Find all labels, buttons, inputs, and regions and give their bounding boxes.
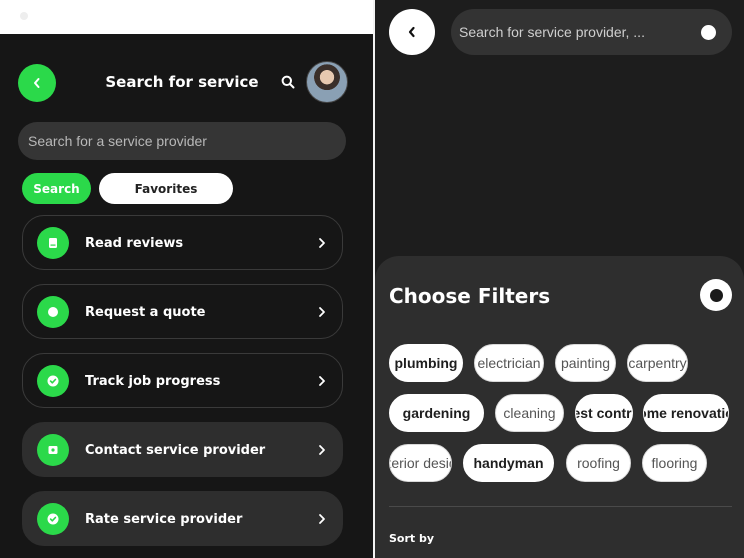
filter-chip-plumbing[interactable]: plumbing xyxy=(389,344,463,382)
radio-dot-icon xyxy=(709,288,723,302)
menu-item-read-reviews[interactable]: Read reviews xyxy=(22,215,343,270)
filter-chip-electrician[interactable]: electrician xyxy=(474,344,544,382)
chevron-right-icon xyxy=(319,514,325,524)
chip-label: cleaning xyxy=(503,405,556,421)
menu-item-label: Request a quote xyxy=(85,305,206,320)
check-circle-icon xyxy=(37,365,69,397)
check-circle-icon xyxy=(37,503,69,535)
chip-label: flooring xyxy=(651,455,698,471)
filter-chip-handyman[interactable]: handyman xyxy=(463,444,554,482)
chip-label: electrician xyxy=(477,355,541,371)
chip-label: pest control xyxy=(576,405,632,421)
filter-chip-carpentry[interactable]: carpentry xyxy=(627,344,688,382)
chip-label: roofing xyxy=(577,455,620,471)
filter-chip-gardening[interactable]: gardening xyxy=(389,394,484,432)
status-bar xyxy=(0,0,373,34)
tab-search-label: Search xyxy=(33,181,80,196)
chip-label: carpentry xyxy=(628,355,687,371)
filter-chip-interior-design[interactable]: interior design xyxy=(389,444,452,482)
menu-item-label: Contact service provider xyxy=(85,443,266,458)
contact-icon xyxy=(37,434,69,466)
filters-screen: Search for service provider, ... Choose … xyxy=(375,0,744,558)
filters-sheet: Choose Filters plumbing electrician pain… xyxy=(375,256,744,558)
book-icon xyxy=(37,227,69,259)
filter-chip-flooring[interactable]: flooring xyxy=(642,444,707,482)
filter-chip-roofing[interactable]: roofing xyxy=(566,444,631,482)
tab-favorites[interactable]: Favorites xyxy=(99,173,233,204)
filter-chip-painting[interactable]: painting xyxy=(555,344,616,382)
tab-search[interactable]: Search xyxy=(22,173,91,204)
back-button[interactable] xyxy=(18,64,56,102)
back-button[interactable] xyxy=(389,9,435,55)
menu-item-rate-provider[interactable]: Rate service provider xyxy=(22,491,343,546)
menu-item-contact-provider[interactable]: Contact service provider xyxy=(22,422,343,477)
page-title: Search for service xyxy=(105,73,259,91)
search-placeholder: Search for service provider, ... xyxy=(459,24,645,40)
menu-item-track-job[interactable]: Track job progress xyxy=(22,353,343,408)
menu-item-label: Rate service provider xyxy=(85,512,243,527)
menu-item-label: Track job progress xyxy=(85,374,221,389)
status-dot xyxy=(20,12,28,20)
chip-label: painting xyxy=(560,355,611,371)
filter-chip-home-renovation[interactable]: home renovation xyxy=(643,394,729,432)
tab-favorites-label: Favorites xyxy=(134,181,198,196)
menu-item-label: Read reviews xyxy=(85,236,184,251)
chip-label: home renovation xyxy=(644,405,728,421)
chevron-left-icon xyxy=(34,78,40,88)
avatar[interactable] xyxy=(306,61,348,103)
filter-chip-cleaning[interactable]: cleaning xyxy=(495,394,564,432)
search-icon xyxy=(281,75,295,89)
chip-label: gardening xyxy=(402,405,471,421)
sort-by-label: Sort by xyxy=(389,532,435,545)
provider-search-field[interactable]: Search for service provider, ... xyxy=(451,9,732,55)
chip-label: handyman xyxy=(473,455,544,471)
filter-chip-pest-control[interactable]: pest control xyxy=(575,394,633,432)
search-service-screen: Search for service Search Favorites Read… xyxy=(0,0,373,558)
divider xyxy=(389,506,732,507)
chevron-right-icon xyxy=(319,307,325,317)
chevron-left-icon xyxy=(408,26,415,38)
chevron-right-icon xyxy=(319,445,325,455)
circle-icon xyxy=(37,296,69,328)
chevron-right-icon xyxy=(319,376,325,386)
chip-label: plumbing xyxy=(394,355,458,371)
toggle-knob-icon[interactable] xyxy=(701,25,716,40)
chevron-right-icon xyxy=(319,238,325,248)
radio-button[interactable] xyxy=(700,279,732,311)
menu-item-request-quote[interactable]: Request a quote xyxy=(22,284,343,339)
search-input[interactable] xyxy=(18,122,346,160)
filters-title: Choose Filters xyxy=(389,284,551,308)
chip-label: interior design xyxy=(390,455,451,471)
search-button[interactable] xyxy=(278,70,298,94)
